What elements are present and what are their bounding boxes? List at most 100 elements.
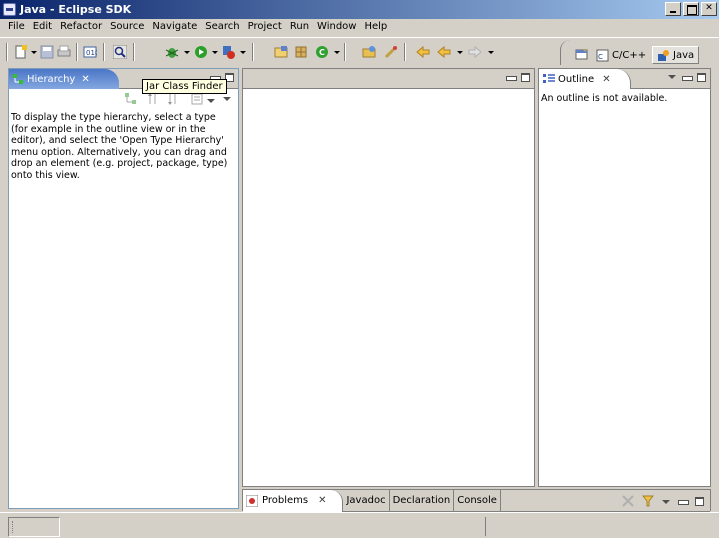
status-bar bbox=[0, 512, 719, 538]
menu-file[interactable]: File bbox=[4, 19, 29, 37]
editor-maximize-button[interactable] bbox=[521, 73, 530, 82]
minimize-button[interactable] bbox=[665, 2, 681, 16]
save-icon[interactable] bbox=[40, 45, 54, 59]
view-menu-icon[interactable] bbox=[223, 97, 231, 101]
svg-text:C: C bbox=[598, 53, 603, 61]
bottom-maximize-button[interactable] bbox=[695, 496, 704, 506]
print-icon[interactable] bbox=[57, 45, 71, 59]
type-hierarchy-icon[interactable] bbox=[125, 93, 137, 105]
perspective-cpp-label: C/C++ bbox=[612, 49, 647, 61]
hierarchy-tab-close-icon[interactable]: ✕ bbox=[81, 74, 89, 85]
outline-view: Outline ✕ An outline is not available. bbox=[538, 68, 711, 487]
menu-search[interactable]: Search bbox=[201, 19, 243, 37]
jar-class-finder-tooltip: Jar Class Finder bbox=[142, 79, 227, 94]
new-class-icon[interactable]: C bbox=[315, 45, 329, 59]
close-window-button[interactable]: ✕ bbox=[701, 2, 717, 16]
toolbar-separator bbox=[252, 43, 254, 61]
supertype-hierarchy-icon[interactable] bbox=[147, 93, 159, 105]
fast-view-bar[interactable] bbox=[8, 517, 60, 537]
new-class-dropdown-arrow[interactable] bbox=[334, 51, 340, 54]
hierarchy-empty-message: To display the type hierarchy, select a … bbox=[11, 112, 228, 181]
back-dropdown-arrow[interactable] bbox=[457, 51, 463, 54]
search-icon[interactable] bbox=[113, 45, 127, 59]
editor-area[interactable] bbox=[242, 68, 535, 487]
external-tools-dropdown-arrow[interactable] bbox=[240, 51, 246, 54]
open-folder-icon[interactable] bbox=[362, 45, 376, 59]
toolbar-separator bbox=[404, 43, 406, 61]
maximize-button[interactable] bbox=[683, 2, 699, 16]
editor-tabbar bbox=[243, 69, 534, 89]
menu-window[interactable]: Window bbox=[313, 19, 360, 37]
menu-refactor[interactable]: Refactor bbox=[56, 19, 106, 37]
debug-dropdown-arrow[interactable] bbox=[184, 51, 190, 54]
toolbar-grip bbox=[6, 43, 8, 61]
window-title: Java - Eclipse SDK bbox=[20, 3, 132, 16]
tab-problems[interactable]: Problems ✕ bbox=[243, 489, 344, 512]
menu-project[interactable]: Project bbox=[244, 19, 286, 37]
new-icon[interactable] bbox=[14, 45, 28, 59]
title-bar: Java - Eclipse SDK ✕ bbox=[0, 0, 719, 19]
bottom-panel: Problems ✕ Javadoc Declaration Console bbox=[242, 489, 711, 512]
hierarchy-tab-label: Hierarchy bbox=[27, 73, 76, 85]
toolbar-separator bbox=[76, 43, 78, 61]
tab-declaration[interactable]: Declaration bbox=[390, 489, 455, 512]
tab-javadoc[interactable]: Javadoc bbox=[343, 489, 390, 512]
java-perspective-icon bbox=[658, 49, 669, 61]
back-icon[interactable] bbox=[437, 45, 451, 59]
menu-help[interactable]: Help bbox=[360, 19, 391, 37]
outline-view-menu-icon[interactable] bbox=[668, 75, 676, 79]
outline-maximize-button[interactable] bbox=[697, 73, 706, 82]
open-perspective-icon[interactable]: + bbox=[575, 48, 588, 61]
editor-minimize-button[interactable] bbox=[506, 73, 517, 82]
outline-tab[interactable]: Outline ✕ bbox=[539, 69, 631, 89]
forward-dropdown-arrow[interactable] bbox=[488, 51, 494, 54]
tab-console-label: Console bbox=[457, 495, 497, 506]
outline-tabbar: Outline ✕ bbox=[539, 69, 710, 89]
tab-problems-label: Problems bbox=[262, 495, 309, 506]
menu-bar: File Edit Refactor Source Navigate Searc… bbox=[0, 19, 719, 37]
new-package-icon[interactable] bbox=[294, 45, 308, 59]
menu-navigate[interactable]: Navigate bbox=[148, 19, 201, 37]
toolbar-separator bbox=[344, 43, 346, 61]
bottom-tabbar: Problems ✕ Javadoc Declaration Console bbox=[243, 489, 710, 512]
bottom-minimize-button[interactable] bbox=[678, 497, 689, 506]
back-history-icon[interactable] bbox=[416, 45, 430, 59]
history-dropdown-arrow[interactable] bbox=[207, 99, 215, 103]
outline-minimize-button[interactable] bbox=[682, 73, 693, 82]
tab-console[interactable]: Console bbox=[454, 489, 501, 512]
fast-view-grip[interactable] bbox=[12, 521, 14, 533]
run-dropdown-arrow[interactable] bbox=[212, 51, 218, 54]
perspective-java[interactable]: Java bbox=[652, 46, 700, 64]
perspective-switcher: + C C/C++ Java bbox=[560, 40, 719, 65]
bottom-view-menu-icon[interactable] bbox=[662, 500, 670, 504]
filter-icon[interactable] bbox=[642, 495, 654, 507]
menu-run[interactable]: Run bbox=[286, 19, 313, 37]
forward-icon[interactable] bbox=[468, 45, 482, 59]
open-type-icon[interactable]: 010 bbox=[83, 45, 97, 59]
pencil-icon[interactable] bbox=[384, 45, 398, 59]
subtype-hierarchy-icon[interactable] bbox=[167, 93, 179, 105]
new-java-project-icon[interactable] bbox=[274, 45, 288, 59]
delete-icon[interactable] bbox=[622, 495, 634, 507]
hierarchy-tab[interactable]: Hierarchy ✕ bbox=[9, 69, 119, 89]
toolbar-separator bbox=[103, 43, 105, 61]
toolbar-separator bbox=[133, 43, 135, 61]
problems-tab-close-icon[interactable]: ✕ bbox=[318, 495, 326, 506]
external-tools-icon[interactable] bbox=[222, 45, 236, 59]
debug-icon[interactable] bbox=[165, 45, 179, 59]
menu-edit[interactable]: Edit bbox=[29, 19, 56, 37]
svg-text:010: 010 bbox=[86, 49, 97, 57]
tab-declaration-label: Declaration bbox=[392, 495, 451, 506]
perspective-cpp[interactable]: C C/C++ bbox=[596, 46, 646, 64]
new-dropdown-arrow[interactable] bbox=[31, 51, 37, 54]
history-icon[interactable] bbox=[191, 93, 203, 105]
run-icon[interactable] bbox=[194, 45, 208, 59]
outline-tab-close-icon[interactable]: ✕ bbox=[602, 74, 610, 85]
menu-source[interactable]: Source bbox=[106, 19, 148, 37]
outline-tab-label: Outline bbox=[558, 73, 595, 85]
main-toolbar: 010 C + C C/C++ Java bbox=[0, 37, 719, 65]
problems-icon bbox=[246, 494, 258, 507]
svg-text:+: + bbox=[583, 48, 587, 54]
tab-javadoc-label: Javadoc bbox=[346, 495, 386, 506]
status-divider bbox=[485, 517, 486, 537]
